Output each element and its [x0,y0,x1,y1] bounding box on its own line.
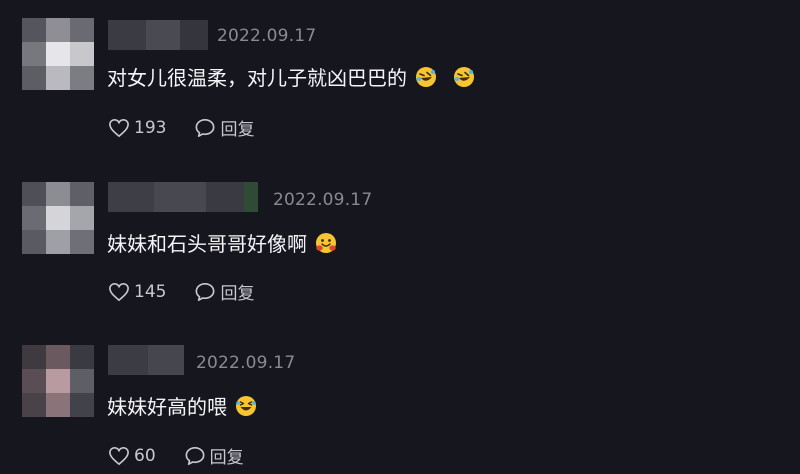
hugging-face-icon [315,232,337,254]
reply-label: 回复 [209,448,244,468]
comment-date: 2022.09.17 [273,190,373,210]
comment-actions: 145 回复 [108,279,282,304]
comment-body: 妹妹好高的喂 [107,395,227,419]
username-blurred[interactable] [108,182,258,212]
reply-label: 回复 [220,284,255,304]
avatar[interactable] [22,345,94,417]
comment-bubble-icon [185,446,205,465]
comment-date: 2022.09.17 [217,26,317,46]
reply-button[interactable]: 回复 [194,279,254,304]
avatar[interactable] [22,18,94,90]
username-blurred[interactable] [108,20,208,50]
comment-date: 2022.09.17 [196,353,296,373]
username-blurred[interactable] [108,345,184,375]
heart-icon [109,446,129,465]
comment-bubble-icon [195,282,215,301]
comment-text: 妹妹和石头哥哥好像啊 [107,228,337,257]
like-button[interactable]: 193 [108,118,166,138]
rolling-on-floor-laughing-icon [415,66,437,88]
comment-actions: 193 回复 [108,115,282,140]
reply-label: 回复 [220,120,255,140]
comment-actions: 60 回复 [108,443,272,468]
like-count: 145 [134,281,167,302]
like-count: 60 [134,445,156,466]
heart-icon [109,282,129,301]
heart-icon [109,118,129,137]
like-button[interactable]: 145 [108,282,166,302]
comment-bubble-icon [195,118,215,137]
like-count: 193 [134,117,167,138]
avatar[interactable] [22,182,94,254]
reply-button[interactable]: 回复 [184,443,244,468]
rolling-on-floor-laughing-icon [453,66,475,88]
comment-body: 妹妹和石头哥哥好像啊 [107,232,307,256]
comment-text: 对女儿很温柔，对儿子就凶巴巴的 [107,62,475,91]
comment-body: 对女儿很温柔，对儿子就凶巴巴的 [107,66,407,90]
grinning-squinting-face-icon [235,395,257,417]
comment-text: 妹妹好高的喂 [107,391,257,420]
like-button[interactable]: 60 [108,446,156,466]
reply-button[interactable]: 回复 [194,115,254,140]
